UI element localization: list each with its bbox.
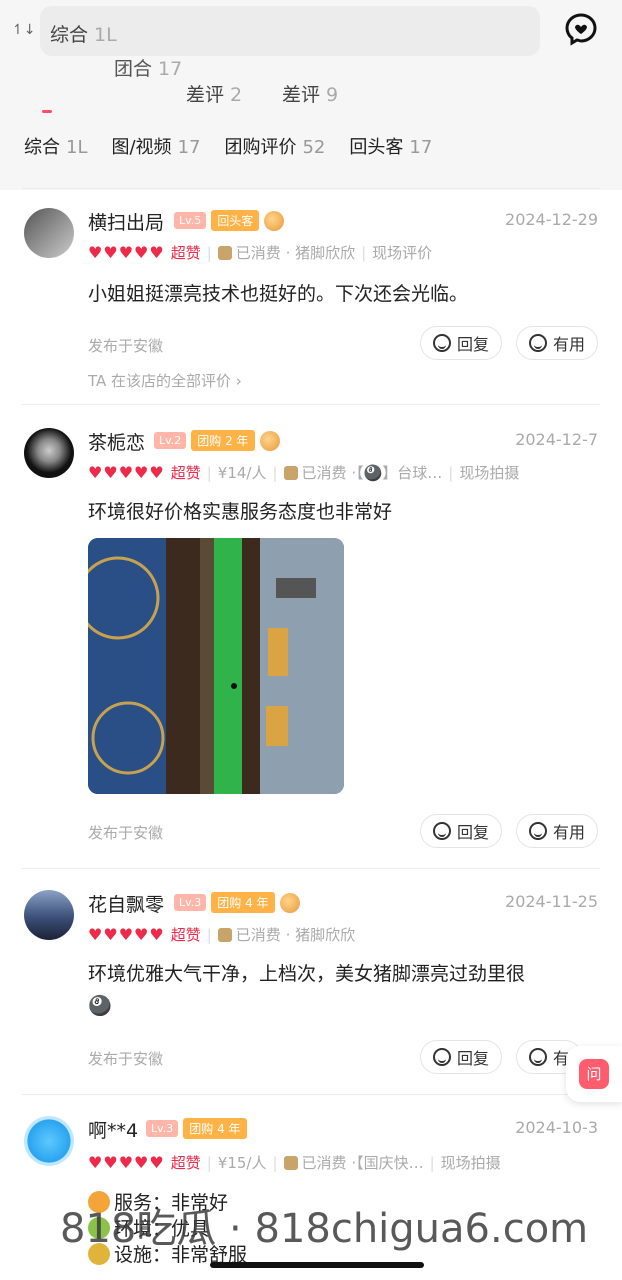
heart-rating-icon: ♥♥♥♥♥ bbox=[88, 243, 165, 262]
ask-button[interactable]: 问 bbox=[566, 1046, 622, 1102]
reply-button[interactable]: 回复 bbox=[420, 326, 503, 360]
shield-icon bbox=[217, 927, 232, 942]
rating-row: ♥♥♥♥♥ 超赞 | ¥15/人 | 已消费 ·【国庆快… | 现场拍摄 bbox=[88, 1153, 501, 1172]
shield-icon bbox=[283, 465, 298, 480]
reply-button[interactable]: 回复 bbox=[420, 814, 503, 848]
medal-icon bbox=[264, 210, 285, 231]
tag-badge: 团购 4 年 bbox=[211, 892, 275, 913]
ghost-bad-1[interactable]: 差评 2 bbox=[186, 80, 242, 107]
review-photo[interactable] bbox=[88, 538, 344, 794]
ask-icon: 问 bbox=[579, 1059, 609, 1089]
review-date: 2024-11-25 bbox=[505, 892, 598, 911]
active-indicator bbox=[42, 110, 52, 113]
reply-icon bbox=[433, 334, 451, 352]
badges: Lv.2 团购 2 年 bbox=[154, 430, 280, 451]
username[interactable]: 啊**4 bbox=[88, 1116, 138, 1143]
level-badge: Lv.5 bbox=[174, 212, 207, 229]
smile-icon bbox=[529, 334, 547, 352]
review-date: 2024-10-3 bbox=[515, 1118, 598, 1137]
level-badge: Lv.2 bbox=[154, 432, 187, 449]
ghost-tab-2[interactable]: 团合 17 bbox=[114, 54, 182, 81]
reply-icon bbox=[433, 1048, 451, 1066]
shield-icon bbox=[283, 1155, 298, 1170]
sort-icon[interactable]: ↿↓ bbox=[12, 22, 35, 38]
tab-all[interactable]: 综合 1L bbox=[24, 133, 87, 159]
reply-button[interactable]: 回复 bbox=[420, 1040, 503, 1074]
filter-tabs: 综合 1L 图/视频 17 团购评价 52 回头客 17 bbox=[24, 133, 456, 159]
location: 发布于安徽 bbox=[88, 824, 164, 842]
rating-row: ♥♥♥♥♥ 超赞 | ¥14/人 | 已消费 ·【🎱】台球… | 现场拍摄 bbox=[88, 463, 520, 482]
smile-icon bbox=[529, 822, 547, 840]
heart-rating-icon: ♥♥♥♥♥ bbox=[88, 463, 165, 482]
username[interactable]: 茶栀恋 bbox=[88, 428, 145, 455]
tab-returning[interactable]: 回头客 17 bbox=[349, 133, 432, 159]
tag-badge: 团购 4 年 bbox=[183, 1118, 247, 1139]
header-overlay: ↿↓ 综合 1L 团合 17 差评 2 差评 9 综合 1L 图/视频 17 团购评价 52 … bbox=[0, 0, 622, 190]
tag-badge: 团购 2 年 bbox=[191, 430, 255, 451]
level-badge: Lv.3 bbox=[146, 1120, 179, 1137]
shield-icon bbox=[217, 245, 232, 260]
tab-group-buy[interactable]: 团购评价 52 bbox=[224, 133, 325, 159]
badges: Lv.5 回头客 bbox=[174, 210, 285, 231]
divider bbox=[22, 188, 600, 189]
medal-icon bbox=[259, 430, 280, 451]
location: 发布于安徽 bbox=[88, 1050, 164, 1068]
badges: Lv.3 团购 4 年 bbox=[174, 892, 300, 913]
divider bbox=[22, 868, 600, 869]
badges: Lv.3 团购 4 年 bbox=[146, 1118, 247, 1139]
billiard-ball-icon: 🎱 bbox=[88, 995, 112, 1017]
divider bbox=[22, 404, 600, 405]
divider bbox=[22, 1094, 600, 1095]
useful-button[interactable]: 有用 bbox=[516, 814, 599, 848]
smile-icon bbox=[529, 1048, 547, 1066]
ghost-bad-2[interactable]: 差评 9 bbox=[282, 80, 338, 107]
username[interactable]: 横扫出局 bbox=[88, 208, 164, 235]
heart-rating-icon: ♥♥♥♥♥ bbox=[88, 925, 165, 944]
avatar[interactable] bbox=[24, 1116, 74, 1166]
rating-row: ♥♥♥♥♥ 超赞 | 已消费 · 猪脚欣欣 | 现场评价 bbox=[88, 243, 433, 262]
heart-rating-icon: ♥♥♥♥♥ bbox=[88, 1153, 165, 1172]
reply-icon bbox=[433, 822, 451, 840]
tag-badge: 回头客 bbox=[211, 210, 260, 231]
review-content: 小姐姐挺漂亮技术也挺好的。下次还会光临。 bbox=[88, 283, 469, 305]
review-content: 环境优雅大气干净，上档次，美女猪脚漂亮过劲里很 🎱 bbox=[88, 963, 526, 1017]
location: 发布于安徽 bbox=[88, 337, 164, 355]
ghost-tab-1[interactable]: 综合 1L bbox=[50, 20, 117, 47]
avatar[interactable] bbox=[24, 428, 74, 478]
tab-media[interactable]: 图/视频 17 bbox=[111, 133, 200, 159]
useful-button[interactable]: 有用 bbox=[516, 326, 599, 360]
level-badge: Lv.3 bbox=[174, 894, 207, 911]
username[interactable]: 花自飘零 bbox=[88, 890, 164, 917]
review-content: 环境很好价格实惠服务态度也非常好 bbox=[88, 501, 393, 523]
avatar[interactable] bbox=[24, 890, 74, 940]
medal-icon bbox=[279, 892, 300, 913]
avatar[interactable] bbox=[24, 208, 74, 258]
watermark: 818吃瓜 · 818chigua6.com bbox=[60, 1206, 589, 1252]
review-date: 2024-12-29 bbox=[505, 210, 598, 229]
chat-icon[interactable] bbox=[564, 12, 598, 46]
home-indicator bbox=[210, 1262, 424, 1268]
review-date: 2024-12-7 bbox=[515, 430, 598, 449]
all-reviews-link[interactable]: TA 在该店的全部评价 › bbox=[88, 370, 242, 391]
rating-row: ♥♥♥♥♥ 超赞 | 已消费 · 猪脚欣欣 bbox=[88, 925, 356, 944]
